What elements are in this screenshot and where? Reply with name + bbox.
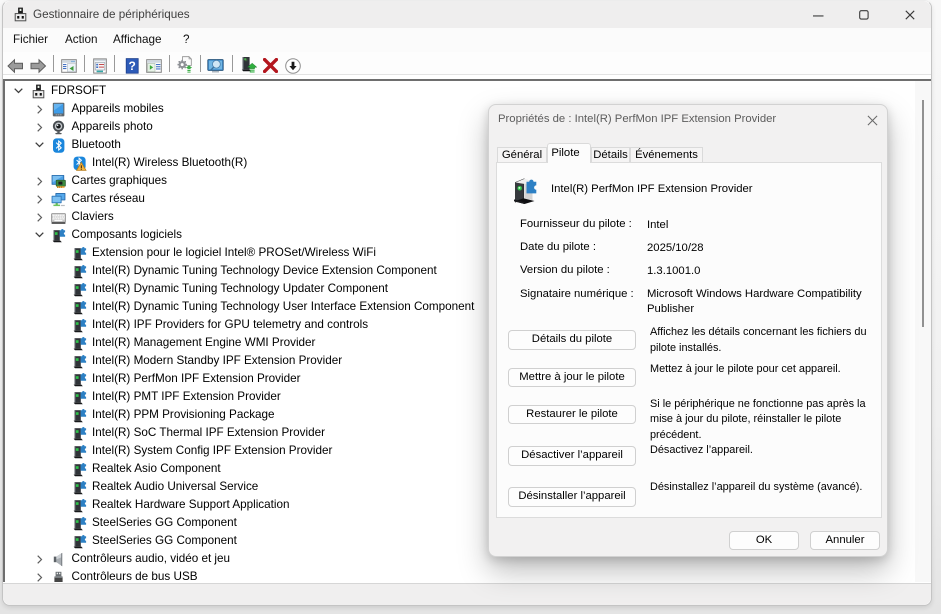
svg-text:?: ? [128, 59, 135, 73]
